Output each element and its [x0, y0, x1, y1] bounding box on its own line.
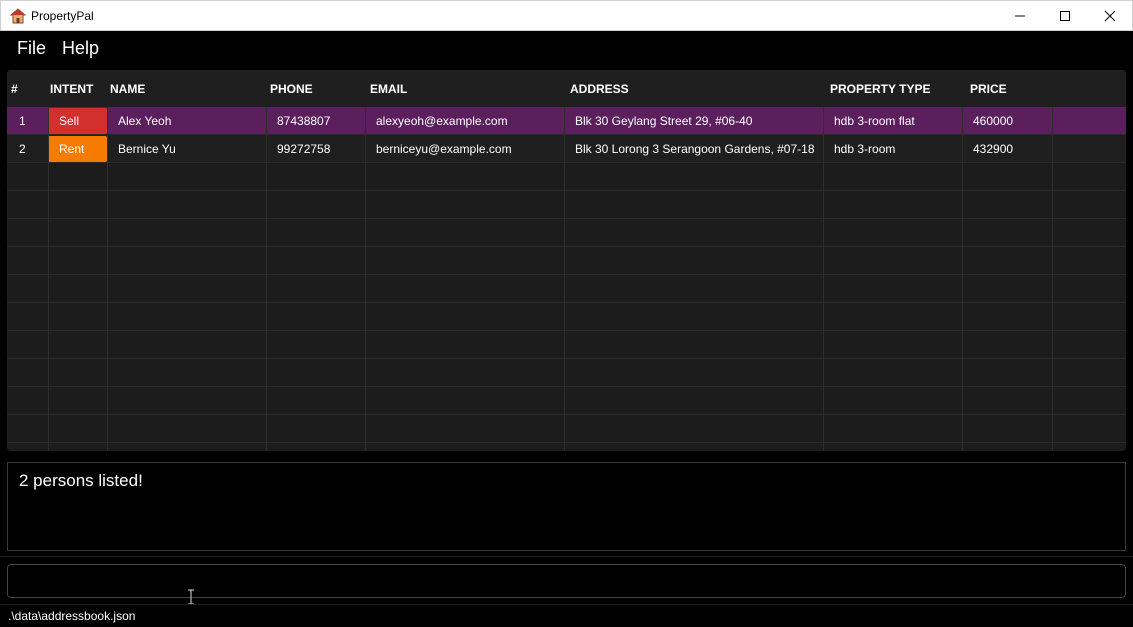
row-property-type: hdb 3-room flat: [834, 114, 915, 128]
intent-tag: Rent: [48, 136, 107, 162]
menu-file[interactable]: File: [17, 38, 46, 59]
column-divider: [48, 107, 49, 451]
column-divider: [365, 107, 366, 451]
column-divider: [823, 107, 824, 451]
empty-row: [7, 163, 1126, 191]
person-list-panel: # INTENT NAME PHONE EMAIL ADDRESS PROPER…: [7, 70, 1126, 451]
table-body: 1 Sell Alex Yeoh 87438807 alexyeoh@examp…: [7, 107, 1126, 451]
empty-row: [7, 359, 1126, 387]
row-price: 432900: [973, 142, 1014, 156]
text-cursor-icon: [188, 589, 194, 605]
column-divider: [266, 107, 267, 451]
column-divider: [1052, 107, 1053, 451]
row-email: berniceyu@example.com: [376, 142, 512, 156]
row-email: alexyeoh@example.com: [376, 114, 508, 128]
empty-row: [7, 247, 1126, 275]
header-email[interactable]: EMAIL: [370, 82, 407, 96]
result-display: 2 persons listed!: [7, 462, 1126, 551]
empty-row: [7, 443, 1126, 451]
header-address[interactable]: ADDRESS: [570, 82, 629, 96]
empty-row: [7, 275, 1126, 303]
row-index: 1: [19, 114, 26, 128]
maximize-button[interactable]: [1042, 1, 1087, 31]
command-box: [0, 556, 1133, 604]
intent-tag: Sell: [48, 108, 107, 134]
window-title-bar: PropertyPal: [0, 0, 1133, 31]
header-phone[interactable]: PHONE: [270, 82, 313, 96]
status-bar: .\data\addressbook.json: [0, 604, 1133, 627]
window-title: PropertyPal: [31, 9, 94, 23]
header-price[interactable]: PRICE: [970, 82, 1007, 96]
close-button[interactable]: [1087, 1, 1132, 31]
header-index[interactable]: #: [11, 82, 18, 96]
house-icon: [10, 8, 26, 24]
row-phone: 99272758: [277, 142, 331, 156]
table-header: # INTENT NAME PHONE EMAIL ADDRESS PROPER…: [7, 70, 1126, 107]
empty-row: [7, 415, 1126, 443]
menu-bar: File Help: [0, 31, 1133, 64]
row-phone: 87438807: [277, 114, 331, 128]
minimize-icon: [1014, 15, 1025, 17]
empty-row: [7, 219, 1126, 247]
minimize-button[interactable]: [997, 1, 1042, 31]
column-divider: [962, 107, 963, 451]
empty-row: [7, 387, 1126, 415]
row-name: Alex Yeoh: [118, 114, 172, 128]
row-index: 2: [19, 142, 26, 156]
maximize-icon: [1059, 11, 1070, 21]
empty-row: [7, 331, 1126, 359]
row-price: 460000: [973, 114, 1014, 128]
row-address: Blk 30 Lorong 3 Serangoon Gardens, #07-1…: [575, 142, 815, 156]
row-property-type: hdb 3-room: [834, 142, 896, 156]
header-intent[interactable]: INTENT: [50, 82, 93, 96]
column-divider: [564, 107, 565, 451]
header-name[interactable]: NAME: [110, 82, 145, 96]
header-property-type[interactable]: PROPERTY TYPE: [830, 82, 930, 96]
row-address: Blk 30 Geylang Street 29, #06-40: [575, 114, 753, 128]
menu-help[interactable]: Help: [62, 38, 99, 59]
empty-row: [7, 303, 1126, 331]
table-row[interactable]: 1 Sell Alex Yeoh 87438807 alexyeoh@examp…: [7, 107, 1126, 135]
row-name: Bernice Yu: [118, 142, 176, 156]
command-input[interactable]: [7, 564, 1126, 598]
table-row[interactable]: 2 Rent Bernice Yu 99272758 berniceyu@exa…: [7, 135, 1126, 163]
empty-row: [7, 191, 1126, 219]
result-message: 2 persons listed!: [19, 471, 143, 490]
close-icon: [1104, 10, 1115, 22]
column-divider: [107, 107, 108, 451]
save-location: .\data\addressbook.json: [8, 609, 136, 623]
